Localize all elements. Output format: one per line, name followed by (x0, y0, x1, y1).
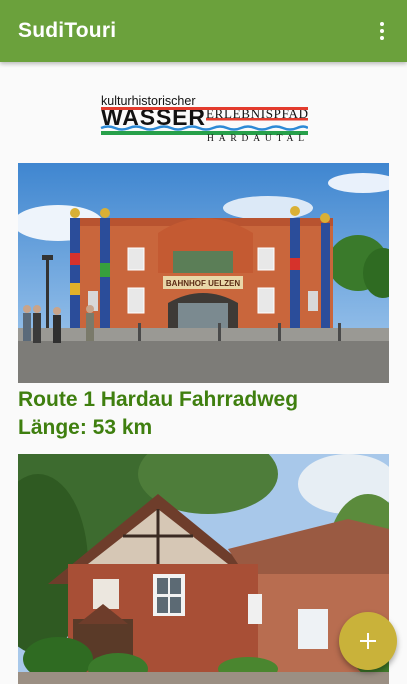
station-sign-text: BAHNHOF UELZEN (166, 279, 240, 288)
route-title[interactable]: Route 1 Hardau Fahrradweg (18, 386, 298, 414)
logo-line3: HARDAUTAL (207, 134, 307, 142)
plus-icon (360, 633, 376, 649)
app-title: SudiTouri (18, 19, 117, 42)
add-button[interactable] (339, 612, 397, 670)
route-length: Länge: 53 km (18, 416, 153, 439)
more-vert-icon[interactable] (369, 17, 395, 45)
route-1-image[interactable]: BAHNHOF UELZEN (18, 163, 389, 383)
route-2-image[interactable] (18, 454, 389, 684)
wasser-erlebnispfad-logo: kulturhistorischer WASSER ERLEBNISPFAD H… (100, 94, 308, 142)
app-bar: SudiTouri (0, 0, 407, 62)
